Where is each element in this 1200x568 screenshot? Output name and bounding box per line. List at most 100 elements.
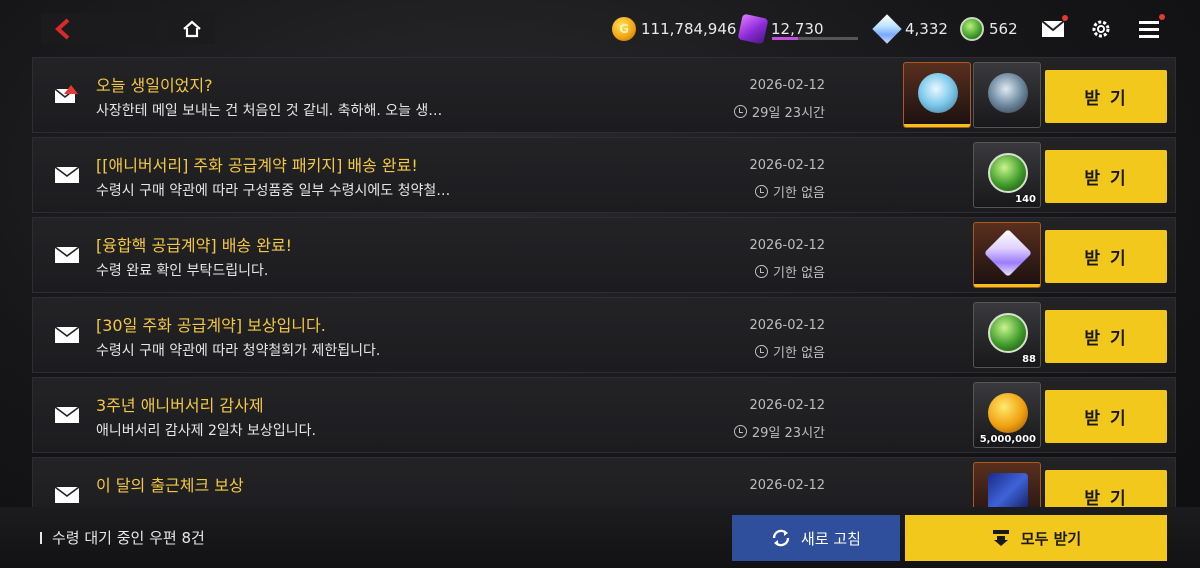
claim-all-label: 모두 받기 [1020,529,1082,548]
hamburger-menu-icon [1139,21,1159,38]
blue-card-item-art [988,473,1028,507]
mail-title: 3주년 애니버서리 감사제 [96,396,264,415]
pending-marker [40,531,42,544]
dice-progress-bar [772,37,858,40]
mail-date: 2026-02-12 [749,478,825,493]
refresh-button[interactable]: 새로 고침 [732,515,900,561]
settings-button[interactable] [1088,16,1114,42]
gear-icon [1092,20,1110,38]
mail-expiry: 기한 없음 [755,262,825,281]
menu-button[interactable] [1136,14,1165,42]
mail-expiry-text: 기한 없음 [773,346,825,361]
claim-all-button[interactable]: 모두 받기 [905,515,1167,561]
mail-row[interactable]: [융합핵 공급계약] 배송 완료! 수령 완료 확인 부탁드립니다. 2026-… [32,217,1176,293]
dice-value: 12,730 [771,20,824,38]
home-icon [182,20,201,37]
blue-card-item-icon[interactable] [973,462,1041,507]
mail-expiry-text: 29일 23시간 [751,426,825,441]
mail-title: [융합핵 공급계약] 배송 완료! [96,236,293,255]
purple-dice-icon [737,13,769,45]
mail-expiry: 29일 23시간 [733,102,825,121]
gold-value: 111,784,946 [641,20,737,38]
mail-date: 2026-02-12 [749,318,825,333]
mail-expiry: 기한 없음 [755,342,825,361]
mail-icon [54,246,80,263]
item-quantity: 88 [1022,354,1036,365]
dark-cake-item-art [988,73,1028,113]
mail-description: 애니버서리 감사제 2일차 보상입니다. [96,423,316,439]
mail-row[interactable]: 3주년 애니버서리 감사제 애니버서리 감사제 2일차 보상입니다. 2026-… [32,377,1176,453]
top-bar: G 111,784,946 12,730 4,332 562 [0,0,1200,58]
clock-icon [733,105,747,118]
menu-notification-dot [1159,14,1165,20]
mail-title: [30일 주화 공급계약] 보상입니다. [96,316,326,335]
mail-button[interactable] [1040,15,1068,42]
mail-row[interactable]: 오늘 생일이었지? 사장한테 메일 보내는 건 처음인 것 같네. 축하해. 오… [32,57,1176,133]
cake-item-art [918,73,958,113]
claim-button[interactable]: 받 기 [1045,70,1167,123]
token-value: 562 [989,20,1018,38]
mail-date: 2026-02-12 [749,158,825,173]
clock-icon [733,425,747,438]
mail-icon [54,326,80,343]
clock-icon [755,185,769,198]
crystal-resource[interactable]: 4,332 [872,14,948,44]
bottom-bar: 수령 대기 중인 우편 8건 새로 고침 모두 받기 [0,507,1200,568]
mail-expiry: 기한 없음 [755,182,825,201]
mail-row[interactable]: 이 달의 출근체크 보상 2026-02-12 받 기 [32,457,1176,507]
mail-list[interactable]: 오늘 생일이었지? 사장한테 메일 보내는 건 처음인 것 같네. 축하해. 오… [32,57,1176,507]
mail-expiry-text: 기한 없음 [773,266,825,281]
claim-button[interactable]: 받 기 [1045,470,1167,507]
mail-description: 수령시 구매 약관에 따라 청약철회가 제한됩니다. [96,343,381,359]
clock-icon [755,345,769,358]
mail-title: [[애니버서리] 주화 공급계약 패키지] 배송 완료! [96,156,418,175]
gold-coin-item-art [988,393,1028,433]
dark-cake-item-icon[interactable] [973,62,1041,128]
mail-icon [54,166,80,183]
mail-expiry-text: 기한 없음 [773,186,825,201]
claim-button[interactable]: 받 기 [1045,150,1167,203]
mail-icon [54,406,80,423]
gold-coin-icon: G [612,17,636,41]
mail-notification-dot [1062,15,1068,21]
pending-mail-count: 수령 대기 중인 우편 8건 [40,527,205,548]
dice-progress-fill [772,37,798,40]
claim-button[interactable]: 받 기 [1045,230,1167,283]
mail-description: 수령 완료 확인 부탁드립니다. [96,263,269,279]
refresh-label: 새로 고침 [801,529,861,548]
green-token-item-art [988,313,1028,353]
mail-date: 2026-02-12 [749,398,825,413]
crystal-item-icon[interactable] [973,222,1041,288]
green-token-item-icon[interactable]: 140 [973,142,1041,208]
gold-resource[interactable]: G 111,784,946 [612,15,736,43]
mail-date: 2026-02-12 [749,238,825,253]
mail-row[interactable]: [30일 주화 공급계약] 보상입니다. 수령시 구매 약관에 따라 청약철회가… [32,297,1176,373]
mail-description: 사장한테 메일 보내는 건 처음인 것 같네. 축하해. 오늘 생… [96,103,443,119]
mail-expiry-text: 29일 23시간 [751,106,825,121]
mail-title: 오늘 생일이었지? [96,76,213,95]
clock-icon [755,265,769,278]
refresh-icon [772,529,790,547]
mail-description: 수령시 구매 약관에 따라 구성품중 일부 수령시에도 청약철… [96,183,451,199]
claim-button[interactable]: 받 기 [1045,390,1167,443]
back-button[interactable] [41,13,157,44]
mail-expiry: 29일 23시간 [733,422,825,441]
mail-title: 이 달의 출근체크 보상 [96,476,244,495]
download-icon [992,530,1009,546]
crystal-item-art [983,228,1033,278]
gold-coin-item-icon[interactable]: 5,000,000 [973,382,1041,448]
token-resource[interactable]: 562 [960,15,1018,43]
mail-icon [54,486,80,503]
mail-icon [1041,20,1065,37]
home-button[interactable] [168,13,215,44]
back-arrow-icon [55,18,70,39]
item-quantity: 5,000,000 [979,434,1036,445]
mail-row[interactable]: [[애니버서리] 주화 공급계약 패키지] 배송 완료! 수령시 구매 약관에 … [32,137,1176,213]
crystal-gem-icon [872,14,902,44]
green-token-item-icon[interactable]: 88 [973,302,1041,368]
claim-button[interactable]: 받 기 [1045,310,1167,363]
birthday-mail-icon [54,85,78,103]
pending-text: 수령 대기 중인 우편 8건 [52,529,205,547]
item-quantity: 140 [1015,194,1036,205]
cake-item-icon[interactable] [903,62,971,128]
